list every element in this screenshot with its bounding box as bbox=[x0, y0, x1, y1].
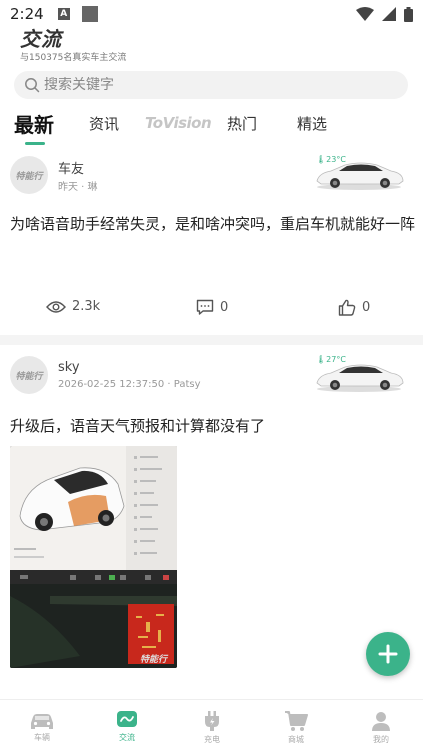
post-author[interactable]: 车友 bbox=[58, 158, 84, 177]
notification-a-icon: A bbox=[57, 8, 70, 20]
status-icons bbox=[356, 6, 413, 22]
views-stat: 2.3k bbox=[46, 299, 100, 314]
image-watermark: 特能行 bbox=[140, 655, 168, 665]
post-meta: 2026-02-25 12:37:50 · Patsy bbox=[58, 379, 201, 390]
page-title: 交流 bbox=[20, 27, 62, 51]
tab-latest[interactable]: 最新 bbox=[14, 108, 54, 138]
post-text[interactable]: 升级后，语音天气预报和计算都没有了 bbox=[10, 414, 415, 438]
tab-hot[interactable]: 热门 bbox=[227, 108, 257, 138]
nav-item-charging[interactable]: 充电 bbox=[182, 710, 242, 745]
chat-icon bbox=[117, 711, 137, 727]
likes-count: 0 bbox=[362, 300, 371, 315]
nav-item-community[interactable]: 交流 bbox=[97, 710, 157, 743]
page-header: 交流 与150375名真实车主交流 bbox=[20, 28, 126, 63]
nav-label: 我的 bbox=[373, 735, 389, 744]
car-thumbnail-image bbox=[316, 162, 404, 190]
plus-icon bbox=[378, 644, 398, 664]
post-meta: 昨天 · 琳 bbox=[58, 182, 98, 193]
charging-plug-icon bbox=[205, 711, 219, 731]
thumbs-up-icon bbox=[338, 299, 356, 316]
cart-icon bbox=[285, 711, 308, 731]
nav-item-shop[interactable]: 商城 bbox=[266, 710, 326, 745]
nav-item-profile[interactable]: 我的 bbox=[351, 710, 411, 745]
status-time: 2:24 bbox=[10, 5, 44, 23]
nav-label: 车辆 bbox=[34, 733, 50, 742]
post-text[interactable]: 为啥语音助手经常失灵，是和啥冲突吗，重启车机就能好一阵 bbox=[10, 212, 415, 236]
category-tabs: 最新 资讯 ToVision 热门 精选 bbox=[0, 108, 423, 146]
post-card[interactable]: 特能行 车友 昨天 · 琳 🌡23°C 为啥语音助手经常失灵，是和啥冲突吗，重启… bbox=[0, 146, 423, 334]
avatar[interactable]: 特能行 bbox=[10, 356, 48, 394]
search-icon bbox=[25, 78, 40, 93]
tab-tovision[interactable]: ToVision bbox=[145, 108, 212, 138]
notification-square-icon bbox=[81, 6, 98, 22]
tab-news[interactable]: 资讯 bbox=[89, 108, 119, 138]
avatar[interactable]: 特能行 bbox=[10, 156, 48, 194]
wifi-icon bbox=[356, 7, 374, 21]
tab-featured[interactable]: 精选 bbox=[297, 108, 327, 138]
post-author[interactable]: sky bbox=[58, 360, 80, 375]
comments-count: 0 bbox=[220, 299, 229, 315]
active-tab-indicator bbox=[25, 142, 45, 145]
nav-label: 充电 bbox=[204, 735, 220, 744]
post-image[interactable]: 特能行 bbox=[10, 446, 177, 668]
battery-icon bbox=[404, 6, 413, 22]
post-stats: 2.3k 0 0 bbox=[0, 299, 423, 323]
car-screen-photo bbox=[10, 446, 177, 668]
car-thumbnail-image bbox=[316, 364, 404, 392]
eye-icon bbox=[46, 300, 66, 313]
nav-label: 交流 bbox=[119, 733, 135, 742]
search-bar[interactable] bbox=[14, 71, 408, 99]
signal-icon bbox=[382, 7, 396, 21]
nav-item-vehicle[interactable]: 车辆 bbox=[12, 710, 72, 743]
comments-stat[interactable]: 0 bbox=[196, 299, 228, 315]
comment-icon bbox=[196, 299, 214, 315]
views-count: 2.3k bbox=[72, 299, 101, 314]
nav-label: 商城 bbox=[288, 735, 304, 744]
bottom-navigation: 车辆 交流 充电 商城 我的 bbox=[0, 699, 423, 753]
post-divider bbox=[0, 335, 423, 345]
create-post-button[interactable] bbox=[366, 632, 410, 676]
likes-stat[interactable]: 0 bbox=[338, 299, 370, 316]
profile-icon bbox=[372, 712, 390, 731]
page-subtitle: 与150375名真实车主交流 bbox=[20, 53, 127, 63]
car-icon bbox=[31, 714, 53, 729]
app-screen: 2:24 A 交流 与150375名真实车主交流 最新 资讯 ToVision … bbox=[0, 0, 423, 753]
search-input[interactable] bbox=[44, 77, 344, 93]
status-bar: 2:24 A bbox=[0, 0, 423, 28]
